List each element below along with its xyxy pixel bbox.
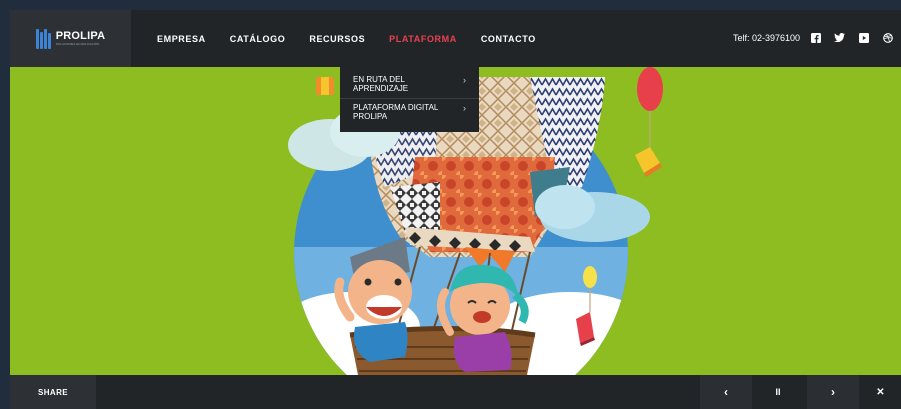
dropdown-item-en-ruta[interactable]: EN RUTA DEL APRENDIZAJE ›	[340, 71, 479, 99]
fullscreen-icon: ✕	[876, 386, 885, 398]
slider-next-button[interactable]: ›	[807, 375, 859, 409]
dribbble-icon[interactable]	[882, 32, 893, 43]
slider-prev-button[interactable]: ‹	[700, 375, 752, 409]
plataforma-dropdown-menu: EN RUTA DEL APRENDIZAJE › PLATAFORMA DIG…	[340, 67, 479, 132]
site-header: PROLIPA SOLUCIONES EN EDUCACIÓN EMPRESA …	[10, 10, 901, 67]
chevron-right-icon: ›	[463, 103, 466, 113]
logo-text: PROLIPA	[55, 30, 106, 42]
logo-tagline: SOLUCIONES EN EDUCACIÓN	[55, 42, 100, 46]
dropdown-item-label: PLATAFORMA DIGITAL PROLIPA	[353, 103, 439, 121]
twitter-icon[interactable]	[834, 32, 845, 43]
facebook-icon[interactable]	[810, 32, 821, 43]
phone-number: Telf: 02-3976100	[733, 33, 801, 43]
logo[interactable]: PROLIPA SOLUCIONES EN EDUCACIÓN	[10, 10, 131, 67]
dropdown-item-label: EN RUTA DEL APRENDIZAJE	[353, 75, 409, 93]
chevron-right-icon: ›	[831, 385, 835, 399]
slider-pause-button[interactable]: II	[752, 375, 804, 409]
nav-item-empresa[interactable]: EMPRESA	[157, 34, 206, 44]
share-button[interactable]: SHARE	[10, 375, 96, 409]
youtube-icon[interactable]	[858, 32, 869, 43]
fullscreen-button[interactable]: ✕	[860, 375, 901, 409]
main-nav: EMPRESA CATÁLOGO RECURSOS PLATAFORMA CON…	[157, 10, 560, 67]
social-links	[810, 32, 893, 43]
logo-mark: PROLIPA SOLUCIONES EN EDUCACIÓN	[35, 28, 106, 49]
nav-item-plataforma[interactable]: PLATAFORMA	[389, 34, 457, 44]
dropdown-item-plataforma-digital[interactable]: PLATAFORMA DIGITAL PROLIPA ›	[340, 99, 479, 126]
nav-item-contacto[interactable]: CONTACTO	[481, 34, 536, 44]
nav-item-catalogo[interactable]: CATÁLOGO	[230, 34, 286, 44]
nav-item-recursos[interactable]: RECURSOS	[309, 34, 365, 44]
chevron-right-icon: ›	[463, 75, 466, 85]
slider-footer: SHARE ‹ II › ✕	[10, 375, 901, 409]
chevron-left-icon: ‹	[724, 385, 728, 399]
pause-icon: II	[775, 387, 781, 397]
page-frame: PROLIPA SOLUCIONES EN EDUCACIÓN EMPRESA …	[10, 10, 901, 409]
logo-books-icon	[35, 28, 52, 49]
